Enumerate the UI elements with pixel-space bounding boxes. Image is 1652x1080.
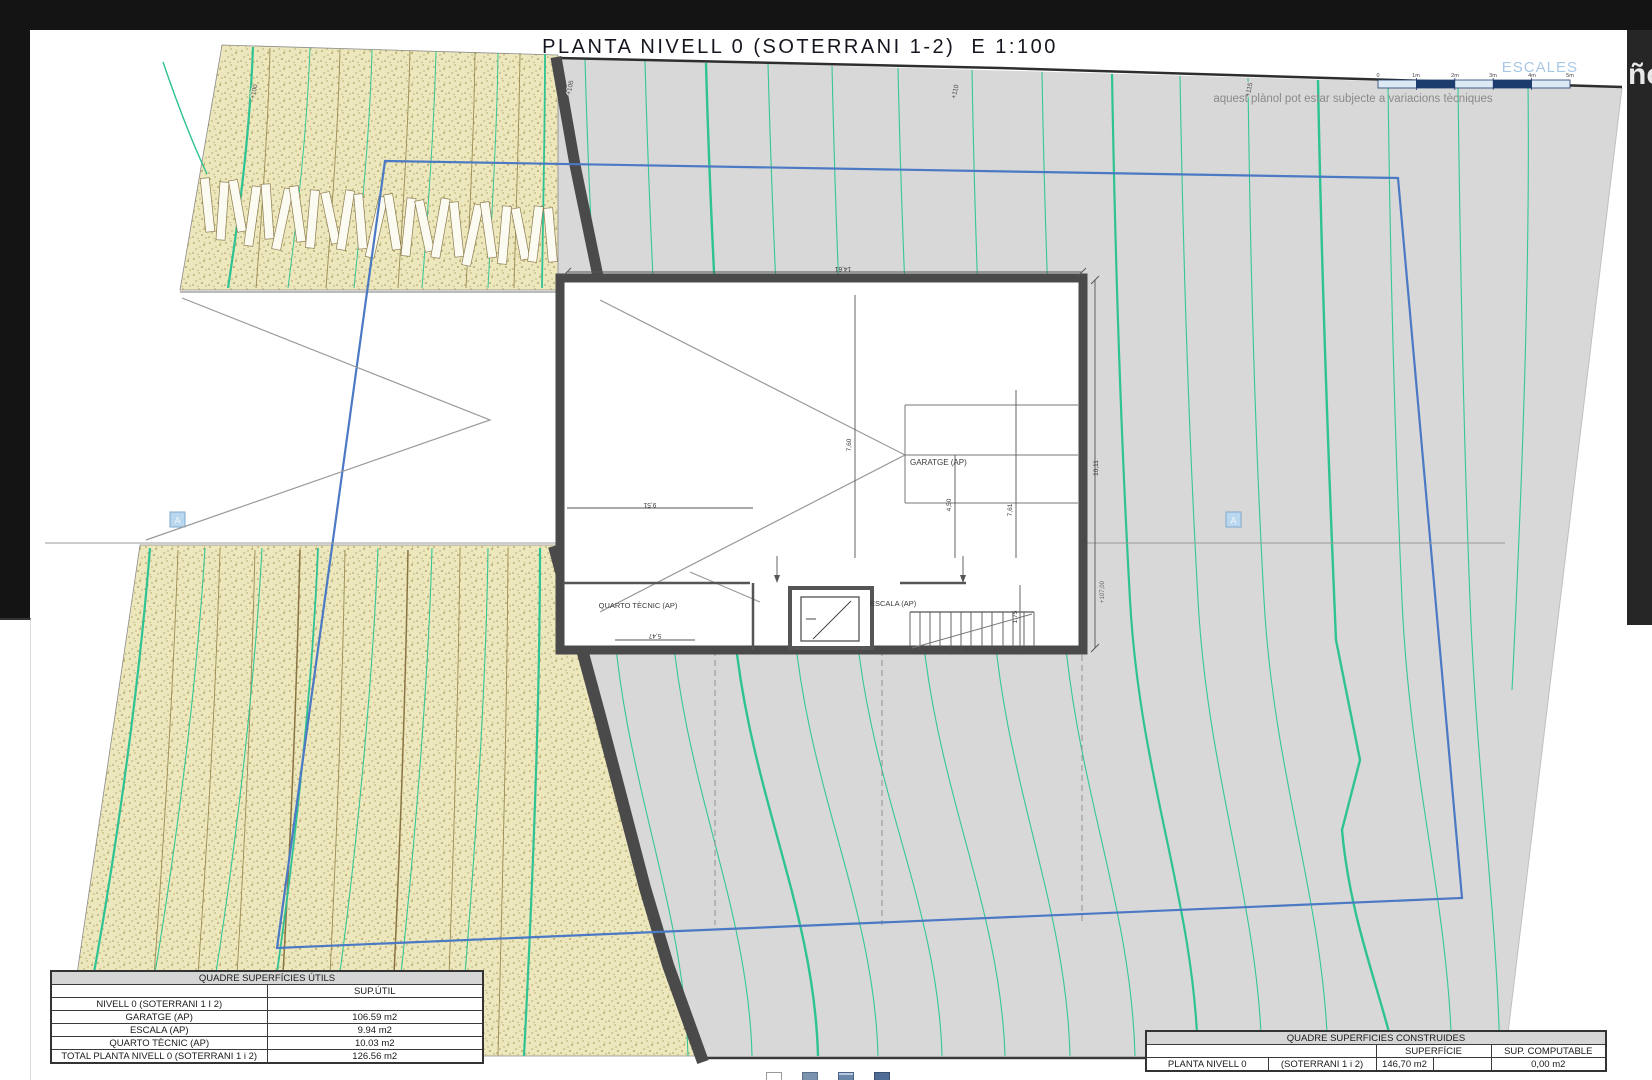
right-bar-bottom xyxy=(1627,625,1652,1080)
dim-quarto-width: 5,47 xyxy=(648,632,661,639)
constr-col-blank xyxy=(1146,1045,1376,1058)
scale-tick-5: 5m xyxy=(1566,73,1574,79)
table-row: NIVELL 0 (SOTERRANI 1 I 2) xyxy=(51,998,483,1011)
level-mark: +107,00 xyxy=(1100,580,1106,603)
table-row: GARATGE (AP) 106.59 m2 xyxy=(51,1011,483,1024)
row-computable: 0,00 m2 xyxy=(1491,1058,1606,1072)
dim-right-height: 10,11 xyxy=(1093,460,1100,476)
built-surfaces-table: QUADRE SUPERFICIES CONSTRUIDES SUPERFÍCI… xyxy=(1145,1030,1607,1072)
scale-tick-1: 1m xyxy=(1412,73,1420,79)
background-window-text: ño xyxy=(1628,58,1652,92)
plan-drawing: A A xyxy=(0,0,1652,1080)
row-superficie2 xyxy=(1433,1058,1491,1072)
left-bar xyxy=(0,30,30,618)
thumbnail-2[interactable] xyxy=(802,1072,818,1080)
dim-stair-width: 1,75 xyxy=(1012,610,1019,623)
disclaimer-note: aquest plànol pot estar subjecte a varia… xyxy=(1213,93,1493,105)
table-row: QUARTO TÈCNIC (AP) 10.03 m2 xyxy=(51,1037,483,1050)
screen: A A xyxy=(0,0,1652,1080)
utils-col-header: SUP.ÚTIL xyxy=(267,985,483,998)
row-label: NIVELL 0 (SOTERRANI 1 I 2) xyxy=(51,998,267,1011)
row-value: 126.56 m2 xyxy=(267,1050,483,1064)
thumbnail-3[interactable] xyxy=(838,1072,854,1080)
dim-garage-right: 7,61 xyxy=(1007,503,1014,516)
thumbnail-1[interactable] xyxy=(766,1072,782,1080)
row-superficie: 146,70 m2 xyxy=(1376,1058,1433,1072)
scale-tick-3: 3m xyxy=(1489,73,1497,79)
row-value: 9.94 m2 xyxy=(267,1024,483,1037)
scale-tick-4: 4m xyxy=(1528,73,1536,79)
row-name: PLANTA NIVELL 0 xyxy=(1146,1058,1268,1072)
constr-col-superficie: SUPERFÍCIE xyxy=(1376,1045,1491,1058)
section-marker-right: A xyxy=(1230,516,1236,526)
escala-label: ESCALA (AP) xyxy=(870,599,917,608)
utils-col-blank xyxy=(51,985,267,998)
utils-table-title: QUADRE SUPERFÍCIES ÚTILS xyxy=(51,971,483,985)
row-value xyxy=(267,998,483,1011)
quarto-tecnic-label: QUARTO TÈCNIC (AP) xyxy=(599,601,678,610)
dim-garage-left: 7,60 xyxy=(846,438,853,451)
bottom-thumbnails xyxy=(766,1072,890,1080)
table-row: PLANTA NIVELL 0 (SOTERRANI 1 i 2) 146,70… xyxy=(1146,1058,1606,1072)
ramp-arrows xyxy=(146,298,490,540)
garage-label: GARATGE (AP) xyxy=(910,458,967,467)
scale-tick-0: 0 xyxy=(1376,73,1379,79)
background-window-strip: ño xyxy=(1627,30,1652,625)
building xyxy=(560,268,1099,652)
row-label: ESCALA (AP) xyxy=(51,1024,267,1037)
left-bar-bottom xyxy=(0,618,31,1080)
table-row: ESCALA (AP) 9.94 m2 xyxy=(51,1024,483,1037)
row-value: 10.03 m2 xyxy=(267,1037,483,1050)
section-marker-left: A xyxy=(174,516,180,526)
row-label: GARATGE (AP) xyxy=(51,1011,267,1024)
dim-ramp-width: 9,51 xyxy=(643,501,656,508)
dim-top-width: 14,61 xyxy=(834,265,851,272)
constr-col-computable: SUP. COMPUTABLE xyxy=(1491,1045,1606,1058)
table-row: TOTAL PLANTA NIVELL 0 (SOTERRANI 1 i 2) … xyxy=(51,1050,483,1064)
thumbnail-4[interactable] xyxy=(874,1072,890,1080)
row-value: 106.59 m2 xyxy=(267,1011,483,1024)
row-name2: (SOTERRANI 1 i 2) xyxy=(1268,1058,1376,1072)
top-bar xyxy=(0,0,1652,30)
scale-tick-2: 2m xyxy=(1451,73,1459,79)
row-label: QUARTO TÈCNIC (AP) xyxy=(51,1037,267,1050)
elevator xyxy=(790,588,872,648)
constr-table-title: QUADRE SUPERFICIES CONSTRUIDES xyxy=(1146,1031,1606,1045)
row-label: TOTAL PLANTA NIVELL 0 (SOTERRANI 1 i 2) xyxy=(51,1050,267,1064)
dim-stall-width: 4,50 xyxy=(946,498,953,511)
plan-title: PLANTA NIVELL 0 (SOTERRANI 1-2) E 1:100 xyxy=(30,36,1570,59)
utils-surfaces-table: QUADRE SUPERFÍCIES ÚTILS SUP.ÚTIL NIVELL… xyxy=(50,970,484,1064)
